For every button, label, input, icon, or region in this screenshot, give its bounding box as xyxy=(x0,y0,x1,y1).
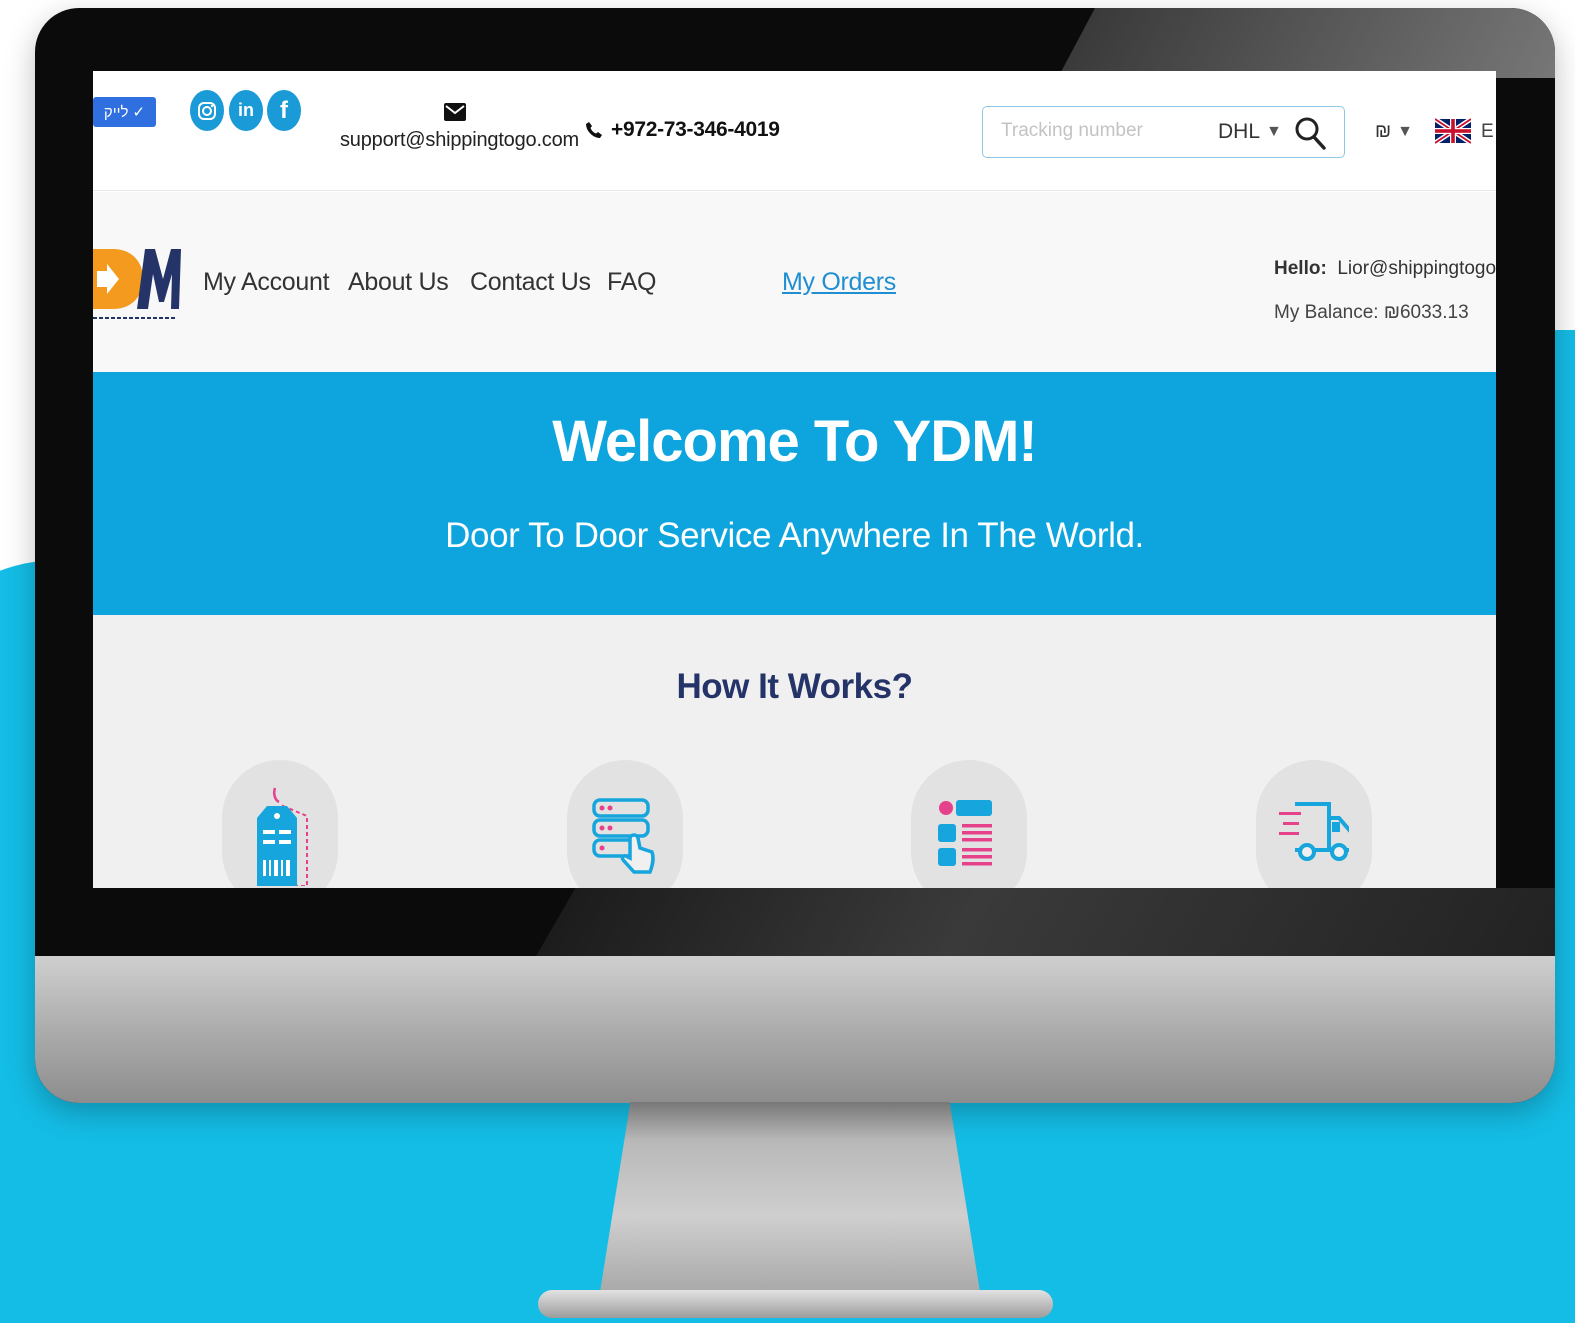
list-icon xyxy=(938,800,992,866)
currency-select[interactable]: ₪ ▼ xyxy=(1375,121,1413,143)
carrier-select[interactable]: DHL ▼ xyxy=(1218,120,1282,144)
uk-flag-icon[interactable] xyxy=(1435,115,1471,147)
like-button[interactable]: לייק ✓ xyxy=(93,97,156,127)
how-it-works-section: How It Works? xyxy=(93,615,1496,888)
delivery-truck-icon xyxy=(1279,802,1349,861)
website-screen: לייק ✓ in f support@shippingtogo.com +97… xyxy=(93,71,1496,888)
carrier-label: DHL xyxy=(1218,120,1261,143)
hero-subtitle: Door To Door Service Anywhere In The Wor… xyxy=(445,516,1144,555)
monitor-bezel-shine xyxy=(535,888,1555,958)
hello-label: Hello: xyxy=(1274,258,1327,279)
monitor-stand xyxy=(600,1102,980,1292)
email-text: support@shippingtogo.com xyxy=(340,129,579,151)
my-balance: My Balance: ₪6033.13 xyxy=(1274,302,1469,323)
currency-label: ₪ xyxy=(1375,121,1392,142)
search-icon[interactable] xyxy=(1293,115,1327,151)
hello-username: Lior@shippingtogo.co xyxy=(1337,258,1496,279)
phone-number[interactable]: +972-73-346-4019 xyxy=(585,118,780,142)
nav-contact-us[interactable]: Contact Us xyxy=(470,268,591,297)
how-it-works-title: How It Works? xyxy=(676,667,913,706)
step-price-tag xyxy=(222,760,338,888)
hero-title: Welcome To YDM! xyxy=(552,409,1038,474)
step-delivery xyxy=(1256,760,1372,888)
hello-user: Hello: Lior@shippingtogo.co xyxy=(1274,258,1496,280)
linkedin-icon[interactable]: in xyxy=(229,90,263,131)
hero-banner: Welcome To YDM! Door To Door Service Any… xyxy=(93,372,1496,615)
nav-about-us[interactable]: About Us xyxy=(348,268,449,297)
phone-text: +972-73-346-4019 xyxy=(611,118,780,141)
ydm-logo[interactable] xyxy=(93,244,183,324)
instagram-icon[interactable] xyxy=(190,90,224,131)
check-icon: ✓ xyxy=(132,104,146,121)
price-tag-icon xyxy=(257,787,308,886)
monitor-base xyxy=(538,1290,1053,1318)
nav-faq[interactable]: FAQ xyxy=(607,268,656,297)
monitor-chin xyxy=(35,956,1555,1103)
step-list xyxy=(911,760,1027,888)
server-select-icon xyxy=(592,798,655,874)
top-bar: לייק ✓ in f support@shippingtogo.com +97… xyxy=(93,71,1496,191)
main-nav: My Account About Us Contact Us FAQ My Or… xyxy=(93,192,1496,372)
nav-my-orders[interactable]: My Orders xyxy=(782,268,896,297)
dropdown-arrow-icon: ▼ xyxy=(1397,123,1413,140)
step-select-server xyxy=(567,760,683,888)
support-email[interactable]: support@shippingtogo.com xyxy=(340,103,579,152)
like-label: לייק xyxy=(103,103,129,121)
tracking-input[interactable] xyxy=(1001,120,1191,142)
facebook-icon[interactable]: f xyxy=(267,90,301,131)
dropdown-arrow-icon: ▼ xyxy=(1266,123,1282,140)
mockup-stage: לייק ✓ in f support@shippingtogo.com +97… xyxy=(0,0,1575,1323)
envelope-icon xyxy=(444,103,466,121)
tracking-search-box: DHL ▼ xyxy=(982,106,1345,158)
phone-icon xyxy=(586,122,602,138)
monitor-glare xyxy=(1057,8,1555,78)
language-label[interactable]: E xyxy=(1481,121,1494,143)
nav-my-account[interactable]: My Account xyxy=(203,268,330,297)
